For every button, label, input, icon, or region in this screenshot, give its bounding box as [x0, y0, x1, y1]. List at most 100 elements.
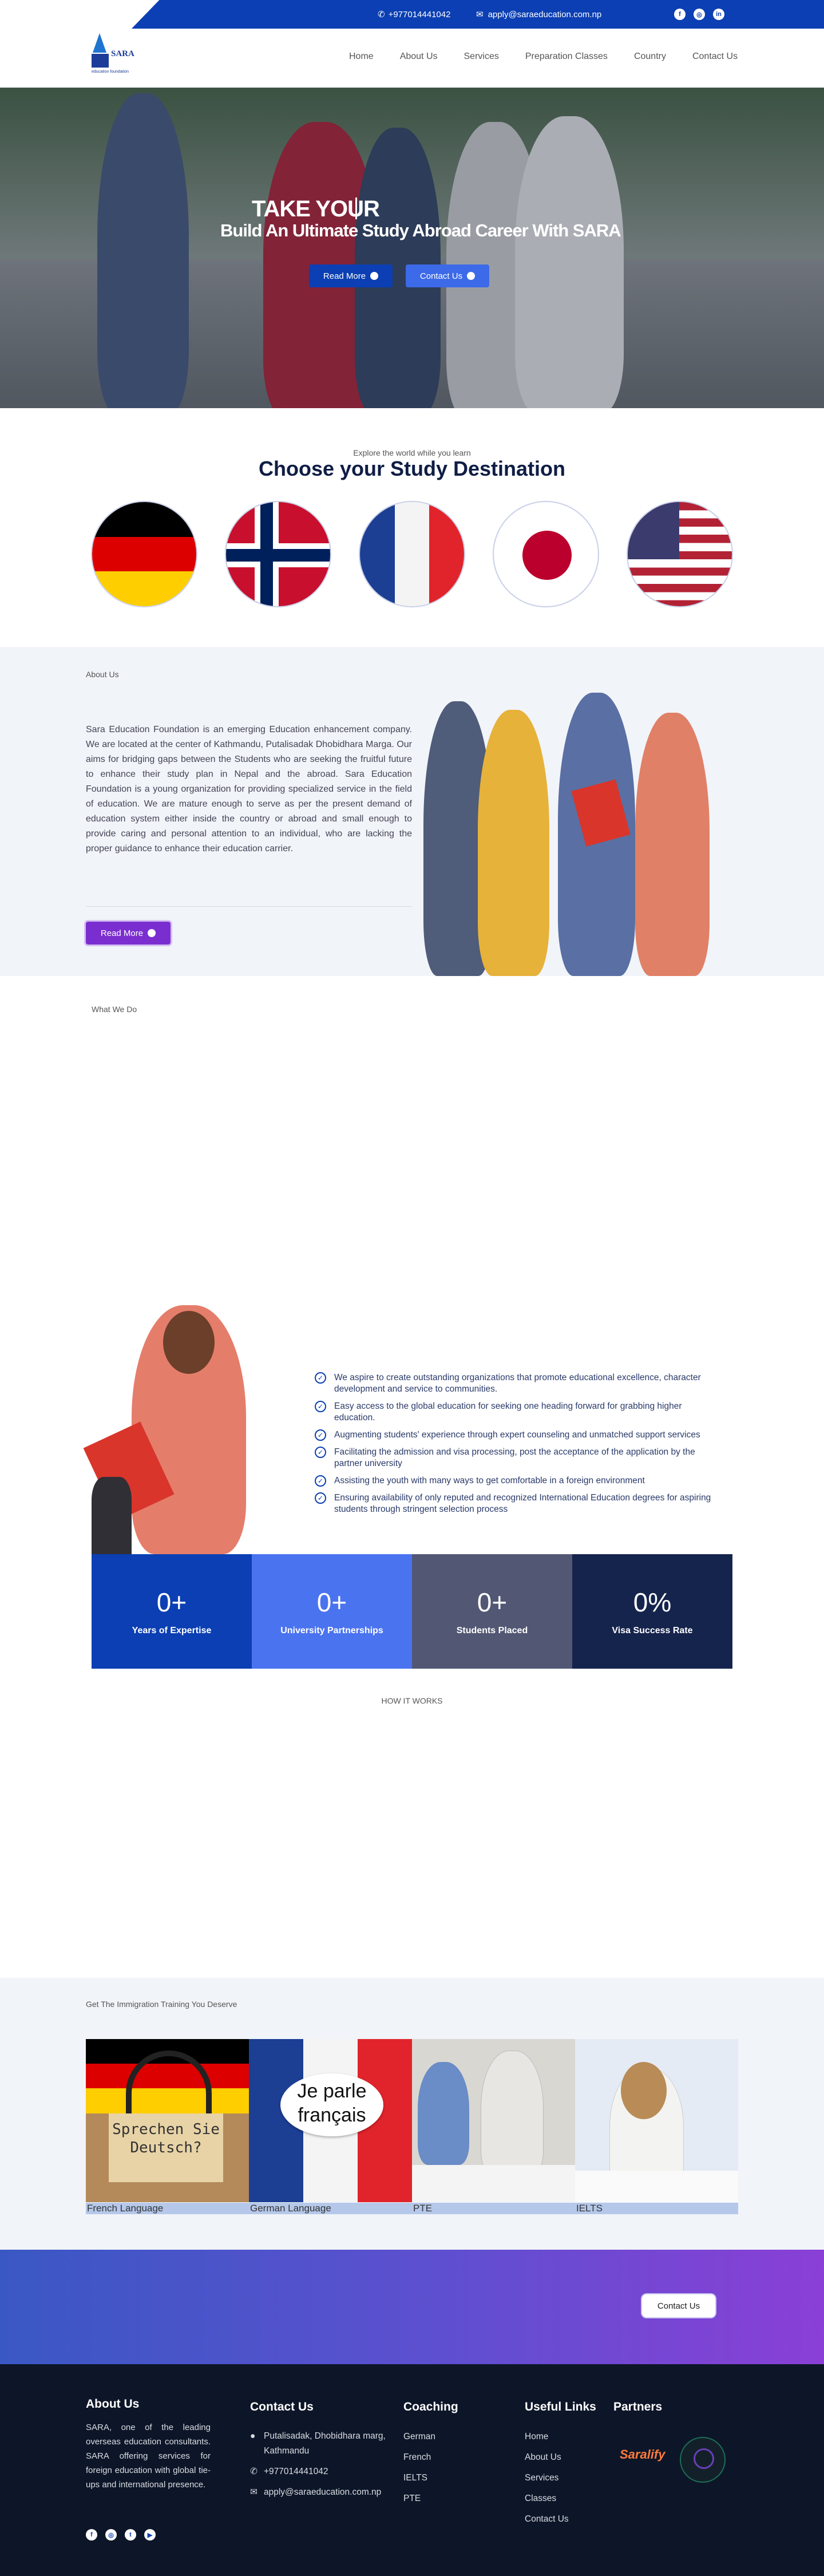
destinations-eyebrow: Explore the world while you learn: [353, 448, 471, 457]
nav-item-country[interactable]: Country: [634, 52, 666, 62]
nav-item-home[interactable]: Home: [349, 52, 374, 62]
footer-email[interactable]: ✉ apply@saraeducation.com.np: [250, 2485, 393, 2500]
topbar-phone[interactable]: ✆ +97701444104​2: [378, 0, 450, 29]
about-students-image: [423, 693, 721, 976]
facebook-icon[interactable]: f: [674, 9, 686, 20]
hero-read-more-button[interactable]: Read More: [309, 264, 393, 287]
footer-about-title: About Us: [86, 2397, 140, 2411]
site-logo[interactable]: SARA education foundation: [92, 33, 134, 79]
location-pin-icon: ●: [250, 2431, 256, 2441]
course-label-ielts[interactable]: IELTS: [575, 2203, 738, 2214]
instagram-icon[interactable]: ◎: [694, 9, 705, 20]
list-item: ✓ Augmenting students' experience through…: [315, 1429, 724, 1441]
topbar-email[interactable]: ✉ apply@saraeducation.com.np: [476, 0, 601, 29]
footer-about-text: SARA, one of the leading overseas educat…: [86, 2423, 211, 2490]
hero-title: TAKE YOUR: [252, 196, 380, 222]
usa-flag[interactable]: [627, 501, 733, 607]
footer-link-home[interactable]: Home: [525, 2432, 569, 2442]
nav-item-about[interactable]: About Us: [400, 52, 438, 62]
footer-contact-title: Contact Us: [250, 2400, 314, 2413]
footer-link-contact[interactable]: Contact Us: [525, 2514, 569, 2524]
course-label-pte[interactable]: PTE: [412, 2203, 575, 2214]
cta-contact-button[interactable]: Contact Us: [642, 2294, 715, 2317]
footer-link-german[interactable]: German: [403, 2432, 435, 2442]
twitter-icon[interactable]: t: [125, 2529, 136, 2541]
logo-book-icon: [92, 54, 109, 68]
arrow-circle-icon: [148, 929, 156, 937]
footer-social: f ◎ t ▶: [86, 2529, 156, 2541]
nav-menu: Home About Us Services Preparation Class…: [349, 52, 764, 62]
list-item: ✓ We aspire to create outstanding organiz…: [315, 1372, 724, 1395]
phone-icon: ✆: [378, 10, 385, 19]
footer-coaching-title: Coaching: [403, 2400, 458, 2413]
arrow-circle-icon: [467, 272, 476, 280]
footer-phone[interactable]: ✆ +977014441042: [250, 2464, 393, 2479]
about-body: Sara Education Foundation is an emerging…: [86, 725, 412, 854]
list-item: ✓ Ensuring availability of only reputed a…: [315, 1492, 724, 1515]
check-icon: ✓: [315, 1492, 326, 1504]
about-divider: [86, 906, 412, 907]
norway-flag[interactable]: [225, 501, 331, 607]
footer-link-services[interactable]: Services: [525, 2473, 569, 2483]
course-sign: Je parle français: [280, 2073, 383, 2136]
youtube-icon[interactable]: ▶: [144, 2529, 156, 2541]
footer-useful-links: Home About Us Services Classes Contact U…: [525, 2432, 569, 2535]
about-label: About Us: [86, 670, 119, 679]
training-label: Get The Immigration Training You Deserve: [86, 2000, 237, 2009]
stat-years: 0+ Years of Expertise: [92, 1554, 252, 1669]
hero-photo: [0, 88, 824, 408]
footer-coaching-list: German French IELTS PTE: [403, 2432, 435, 2514]
footer-contact: ● Putalisadak, Dhobidhara marg, Kathmandu…: [250, 2429, 393, 2500]
footer-link-about[interactable]: About Us: [525, 2452, 569, 2463]
stat-students: 0+ Students Placed: [412, 1554, 572, 1669]
partner-logo-saralify[interactable]: Saralify: [620, 2447, 665, 2462]
what-we-do-label: What We Do: [92, 1005, 137, 1014]
footer-link-ielts[interactable]: IELTS: [403, 2473, 435, 2483]
mail-icon: ✉: [250, 2487, 258, 2497]
destinations-title: Choose your Study Destination: [258, 457, 566, 480]
footer-link-classes[interactable]: Classes: [525, 2494, 569, 2504]
nav-item-preparation[interactable]: Preparation Classes: [525, 52, 608, 62]
footer-link-french[interactable]: French: [403, 2452, 435, 2463]
partner-logo-badge[interactable]: [680, 2437, 726, 2483]
course-card-french[interactable]: Sprechen Sie Deutsch?: [86, 2039, 249, 2202]
footer: About Us SARA, one of the leading overse…: [0, 2364, 824, 2576]
linkedin-icon[interactable]: in: [713, 9, 724, 20]
list-item: ✓ Facilitating the admission and visa pro…: [315, 1447, 724, 1469]
footer-link-pte[interactable]: PTE: [403, 2494, 435, 2504]
instagram-icon[interactable]: ◎: [105, 2529, 117, 2541]
course-card-pte[interactable]: [412, 2039, 575, 2202]
check-icon: ✓: [315, 1447, 326, 1458]
footer-partners-title: Partners: [613, 2400, 663, 2413]
top-bar: ✆ +97701444104​2 ✉ apply@saraeducation.c…: [0, 0, 824, 29]
stat-visa: 0% Visa Success Rate: [572, 1554, 732, 1669]
check-icon: ✓: [315, 1401, 326, 1412]
check-icon: ✓: [315, 1372, 326, 1384]
about-read-more-button[interactable]: Read More: [86, 922, 171, 945]
check-icon: ✓: [315, 1475, 326, 1487]
social-links: f ◎ in: [674, 0, 724, 29]
footer-address: ● Putalisadak, Dhobidhara marg, Kathmandu: [250, 2429, 393, 2459]
hero-section: TAKE YOUR Build An Ultimate Study Abroad…: [0, 88, 824, 408]
course-label-german[interactable]: German Language: [249, 2203, 412, 2214]
course-card-german[interactable]: Je parle français: [249, 2039, 412, 2202]
nav-item-contact[interactable]: Contact Us: [692, 52, 738, 62]
course-sign: Sprechen Sie Deutsch?: [109, 2113, 223, 2182]
course-label-french[interactable]: French Language: [86, 2203, 249, 2214]
phone-icon: ✆: [250, 2467, 258, 2476]
facebook-icon[interactable]: f: [86, 2529, 97, 2541]
mail-icon: ✉: [476, 10, 484, 19]
nav-item-services[interactable]: Services: [464, 52, 499, 62]
how-it-works-label: HOW IT WORKS: [381, 1696, 443, 1705]
hero-contact-button[interactable]: Contact Us: [406, 264, 489, 287]
what-we-do-list: ✓ We aspire to create outstanding organiz…: [315, 1372, 724, 1521]
main-navigation: SARA education foundation Home About Us …: [0, 29, 824, 88]
what-we-do-image: [83, 1305, 303, 1554]
footer-links-title: Useful Links: [525, 2400, 596, 2413]
arrow-circle-icon: [370, 272, 379, 280]
france-flag[interactable]: [359, 501, 465, 607]
course-card-ielts[interactable]: [575, 2039, 738, 2202]
japan-flag[interactable]: [493, 501, 599, 607]
list-item: ✓ Assisting the youth with many ways to g…: [315, 1475, 724, 1487]
germany-flag[interactable]: [91, 501, 197, 607]
